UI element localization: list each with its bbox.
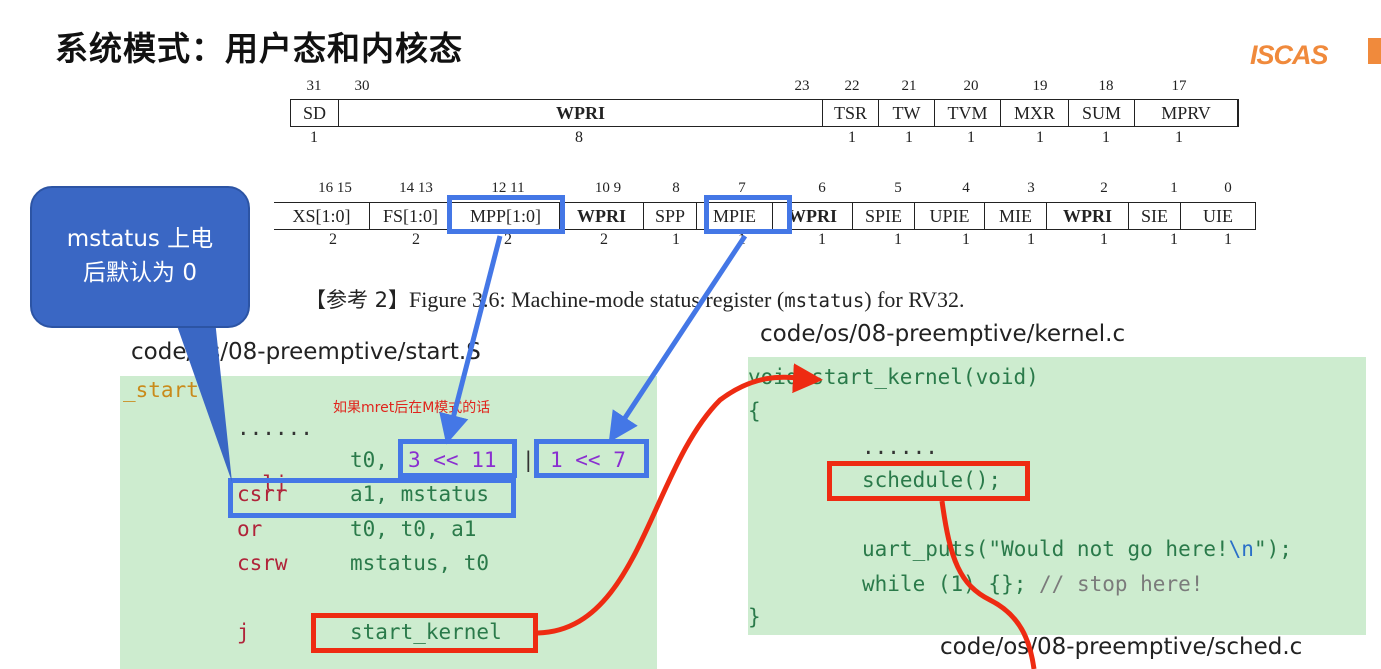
callout-line-2: 后默认为 0 bbox=[83, 260, 197, 286]
arrow-overlay bbox=[175, 234, 1037, 669]
jump-arrow bbox=[537, 363, 823, 636]
mpie-arrow bbox=[608, 234, 748, 443]
callout-line-1: mstatus 上电 bbox=[66, 226, 214, 252]
callout-pointer bbox=[175, 320, 232, 482]
mpp-arrow bbox=[439, 235, 503, 445]
callout-text: mstatus 上电 后默认为 0 bbox=[30, 222, 250, 290]
schedule-arrow bbox=[939, 500, 1037, 669]
